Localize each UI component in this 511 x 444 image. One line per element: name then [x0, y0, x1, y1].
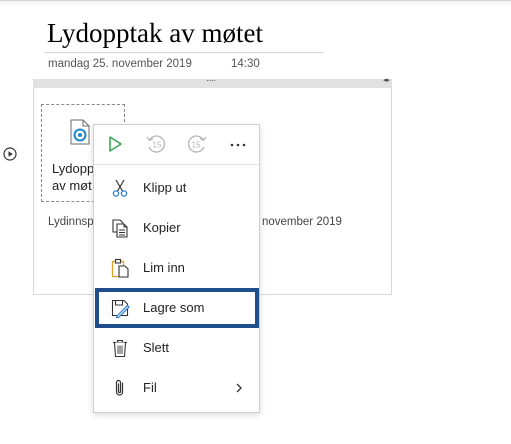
note-container-drag-bar[interactable]: ···· ◂▸ [33, 75, 392, 88]
window-top-shade [0, 1, 511, 7]
page-title[interactable]: Lydopptak av møtet [47, 18, 263, 49]
audio-caption-right: november 2019 [262, 216, 342, 228]
menu-item-copy-label: Kopier [143, 220, 181, 235]
audio-caption-left: Lydinnspi [48, 216, 97, 228]
resize-arrows-icon[interactable]: ◂▸ [383, 76, 390, 84]
copy-icon [112, 219, 128, 238]
rewind-15-icon[interactable]: 15 [136, 124, 176, 164]
menu-item-paste[interactable]: Lim inn [94, 248, 259, 288]
forward-15-icon[interactable]: 15 [177, 124, 217, 164]
page-date: mandag 25. november 2019 [48, 58, 192, 70]
menu-item-delete[interactable]: Slett [94, 328, 259, 368]
menu-item-cut-label: Klipp ut [143, 180, 187, 195]
context-menu-toolbar: 15 15 [93, 124, 260, 164]
paperclip-icon [115, 379, 124, 396]
chevron-right-icon [236, 383, 242, 393]
scissors-icon [112, 179, 128, 197]
menu-item-paste-label: Lim inn [143, 260, 185, 275]
save-as-highlight-frame [95, 288, 259, 328]
menu-item-delete-label: Slett [143, 340, 170, 355]
paste-icon [111, 258, 129, 278]
drag-grip-icon[interactable]: ···· [206, 75, 216, 86]
svg-text:15: 15 [192, 141, 201, 150]
svg-text:15: 15 [153, 141, 162, 150]
menu-separator [94, 164, 259, 165]
menu-item-file[interactable]: Fil [94, 368, 259, 408]
play-handle-icon[interactable] [3, 147, 17, 161]
page-time: 14:30 [231, 58, 260, 70]
trash-icon [113, 339, 127, 358]
audio-file-icon[interactable] [69, 119, 91, 145]
menu-item-cut[interactable]: Klipp ut [94, 168, 259, 208]
menu-item-file-label: Fil [143, 380, 157, 395]
play-icon[interactable] [95, 124, 135, 164]
menu-item-copy[interactable]: Kopier [94, 208, 259, 248]
more-icon[interactable] [218, 124, 258, 164]
title-underline [44, 52, 324, 53]
